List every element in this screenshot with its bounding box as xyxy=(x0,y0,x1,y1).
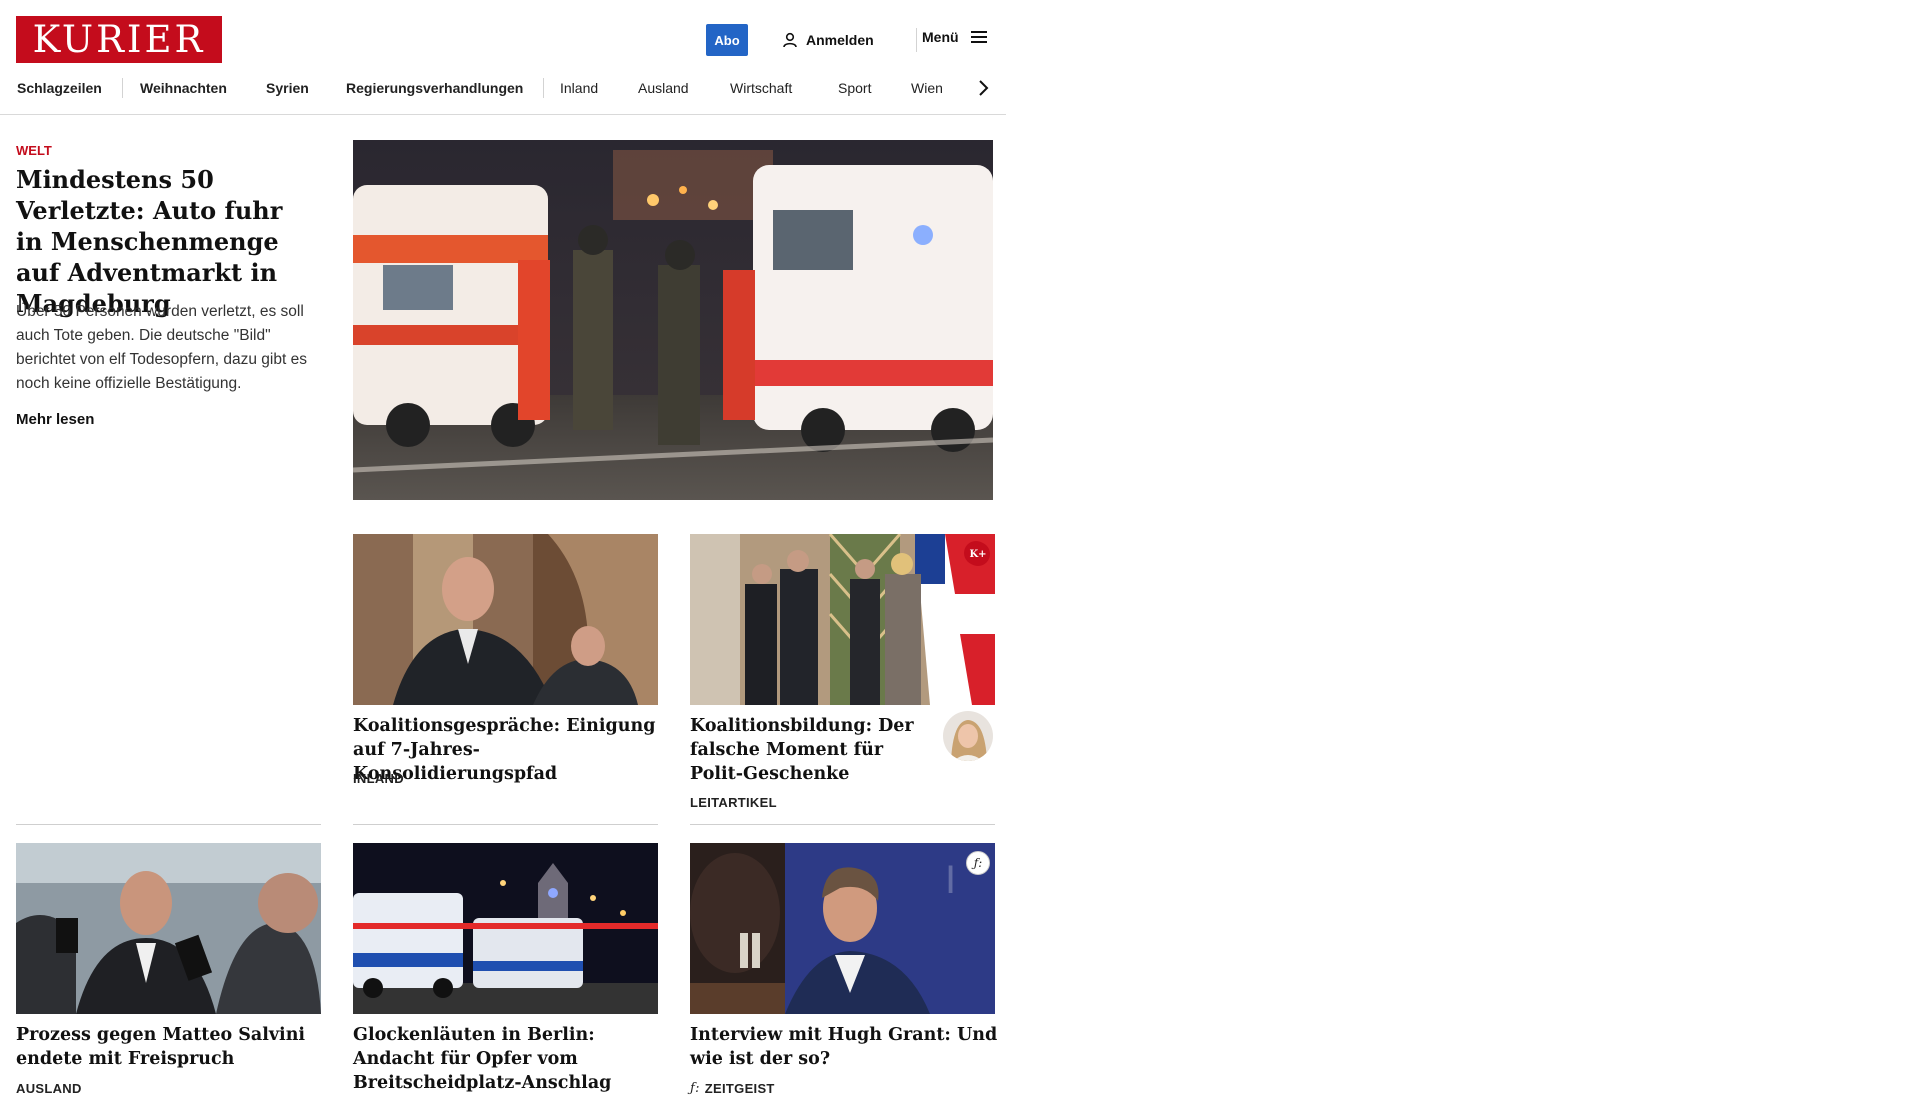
card-category[interactable]: INLAND xyxy=(353,771,404,786)
user-icon xyxy=(783,32,797,48)
card-category[interactable]: LEITARTIKEL xyxy=(690,795,777,810)
card-headline[interactable]: Glockenläuten in Berlin: Andacht für Opf… xyxy=(353,1023,663,1095)
nav-item-inland[interactable]: Inland xyxy=(560,80,598,96)
nav-item-syrien[interactable]: Syrien xyxy=(266,80,309,96)
menu-label: Menü xyxy=(922,29,959,45)
nav-item-regierungsverhandlungen[interactable]: Regierungsverhandlungen xyxy=(346,80,523,96)
row-divider xyxy=(690,824,995,825)
hamburger-icon xyxy=(970,31,987,43)
lead-teaser: Über 50 Personen wurden verletzt, es sol… xyxy=(16,303,307,392)
nav-divider xyxy=(122,78,123,98)
abo-button[interactable]: Abo xyxy=(706,24,748,56)
nav-divider xyxy=(543,78,544,98)
kplus-badge-icon: K+ xyxy=(966,542,990,566)
nav-item-weihnachten[interactable]: Weihnachten xyxy=(140,80,227,96)
login-button[interactable]: Anmelden xyxy=(782,29,874,51)
card-headline[interactable]: Koalitionsbildung: Der fal­sche Moment f… xyxy=(690,714,940,786)
nav-item-wien[interactable]: Wien xyxy=(911,80,943,96)
site-header: KURIER Abo Anmelden Menü Schlagzeilen We… xyxy=(0,0,1006,115)
card-category: ZEITGEIST xyxy=(704,1081,775,1096)
lead-kicker[interactable]: WELT xyxy=(16,143,52,158)
card-image[interactable] xyxy=(353,843,658,1014)
card-category[interactable]: AUSLAND xyxy=(16,1081,82,1096)
row-divider xyxy=(353,824,658,825)
nav-item-wirtschaft[interactable]: Wirtschaft xyxy=(730,80,792,96)
row-divider xyxy=(16,824,321,825)
nav-next-button[interactable] xyxy=(972,76,994,100)
read-more-link[interactable]: Mehr lesen xyxy=(16,411,94,428)
lead-headline[interactable]: Mindestens 50 Verletzte: Auto fuhr in Me… xyxy=(16,164,316,319)
kurier-logo[interactable]: KURIER xyxy=(16,16,222,63)
nav-item-ausland[interactable]: Ausland xyxy=(638,80,689,96)
zeitgeist-logo-icon: ƒ: xyxy=(690,1081,700,1096)
card-image[interactable] xyxy=(690,534,995,705)
nav-item-schlagzeilen[interactable]: Schlagzeilen xyxy=(17,80,102,96)
author-avatar xyxy=(943,711,993,761)
lead-image[interactable] xyxy=(353,140,993,500)
login-label: Anmelden xyxy=(806,32,874,48)
card-headline[interactable]: Prozess gegen Matteo Salvini en­dete mit… xyxy=(16,1023,316,1071)
card-image[interactable] xyxy=(353,534,658,705)
svg-text:I: I xyxy=(945,858,956,902)
chevron-right-icon xyxy=(979,80,989,96)
section-nav: Schlagzeilen Weihnachten Syrien Regierun… xyxy=(0,76,1006,102)
nav-item-sport[interactable]: Sport xyxy=(838,80,871,96)
card-image[interactable] xyxy=(16,843,321,1014)
card-category-group[interactable]: ƒ: ZEITGEIST xyxy=(690,1081,775,1096)
header-divider xyxy=(916,28,917,52)
menu-button[interactable]: Menü xyxy=(922,29,987,45)
zeitgeist-badge-icon: ƒ: xyxy=(966,851,990,875)
card-headline[interactable]: Interview mit Hugh Grant: Und wie ist de… xyxy=(690,1023,1000,1071)
card-image[interactable]: I xyxy=(690,843,995,1014)
